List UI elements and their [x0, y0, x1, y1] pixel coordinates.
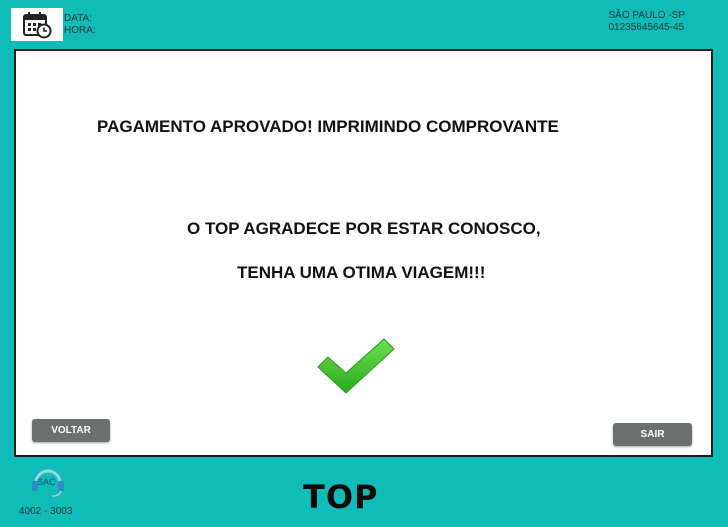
- datetime-block: DATA: HORA:: [64, 13, 96, 37]
- sac-phone: 4002 - 3003: [19, 506, 73, 517]
- location-block: SÃO PAULO -SP 01235645645-45: [608, 10, 685, 34]
- date-label: DATA:: [64, 13, 92, 24]
- thanks-message: O TOP AGRADECE POR ESTAR CONOSCO,: [187, 219, 541, 238]
- brand-logo: TOP: [303, 478, 379, 516]
- main-panel: PAGAMENTO APROVADO! IMPRIMINDO COMPROVAN…: [14, 49, 713, 457]
- back-button[interactable]: VOLTAR: [32, 419, 110, 442]
- calendar-clock-icon: [11, 8, 63, 41]
- location-text: SÃO PAULO -SP: [608, 10, 685, 21]
- time-label: HORA:: [64, 25, 96, 36]
- approved-message: PAGAMENTO APROVADO! IMPRIMINDO COMPROVAN…: [97, 117, 559, 136]
- trip-message: TENHA UMA OTIMA VIAGEM!!!: [237, 263, 486, 282]
- sac-label: SAC: [37, 477, 56, 487]
- exit-button[interactable]: SAIR: [613, 423, 692, 446]
- terminal-id: 01235645645-45: [608, 22, 685, 33]
- checkmark-icon: [316, 337, 398, 397]
